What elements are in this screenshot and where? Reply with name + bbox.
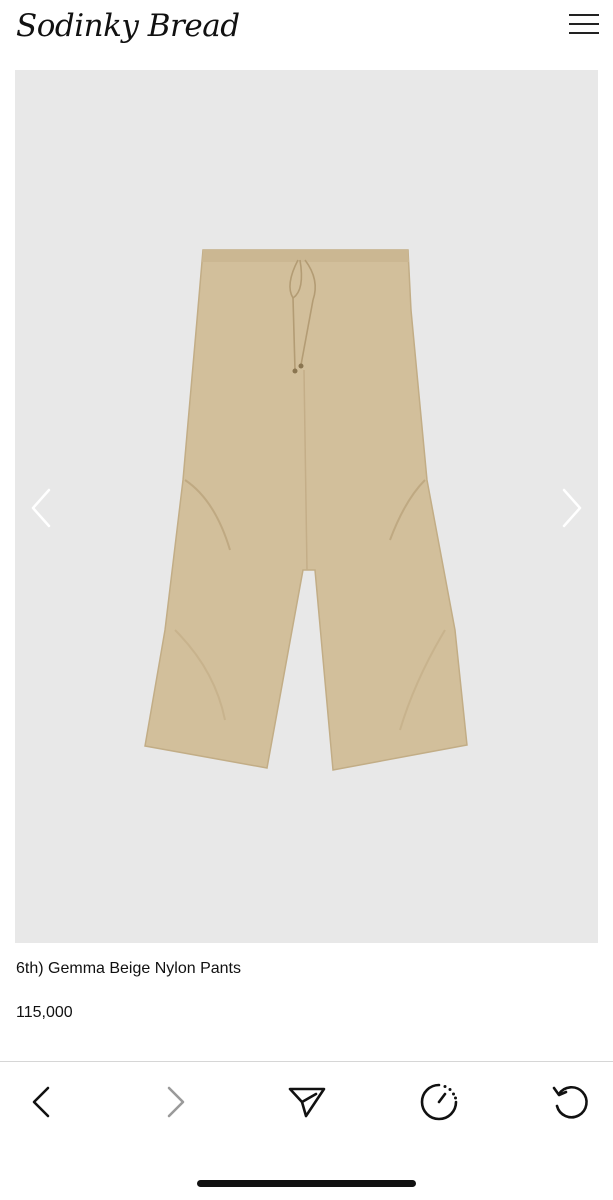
gallery-prev-button[interactable] — [21, 480, 61, 536]
chevron-right-icon — [167, 1086, 185, 1118]
hamburger-menu-icon — [569, 14, 599, 16]
reload-icon — [552, 1085, 588, 1119]
product-image — [15, 70, 598, 943]
timer-icon — [420, 1083, 458, 1121]
product-gallery[interactable] — [15, 70, 598, 943]
share-button[interactable] — [285, 1080, 329, 1124]
home-indicator[interactable] — [197, 1180, 416, 1187]
menu-button[interactable] — [565, 10, 601, 38]
gallery-next-button[interactable] — [552, 480, 592, 536]
product-price: 115,000 — [16, 1004, 73, 1021]
chevron-left-icon — [31, 488, 51, 528]
brand-logo[interactable]: Sodinky Bread — [16, 8, 240, 44]
paper-plane-icon — [288, 1087, 326, 1118]
forward-button[interactable] — [153, 1080, 197, 1124]
site-header: Sodinky Bread — [0, 0, 613, 66]
product-title[interactable]: 6th) Gemma Beige Nylon Pants — [16, 960, 241, 978]
chevron-right-icon — [562, 488, 582, 528]
reload-button[interactable] — [549, 1080, 593, 1124]
timer-button[interactable] — [417, 1080, 461, 1124]
back-button[interactable] — [20, 1080, 64, 1124]
chevron-left-icon — [32, 1086, 50, 1118]
